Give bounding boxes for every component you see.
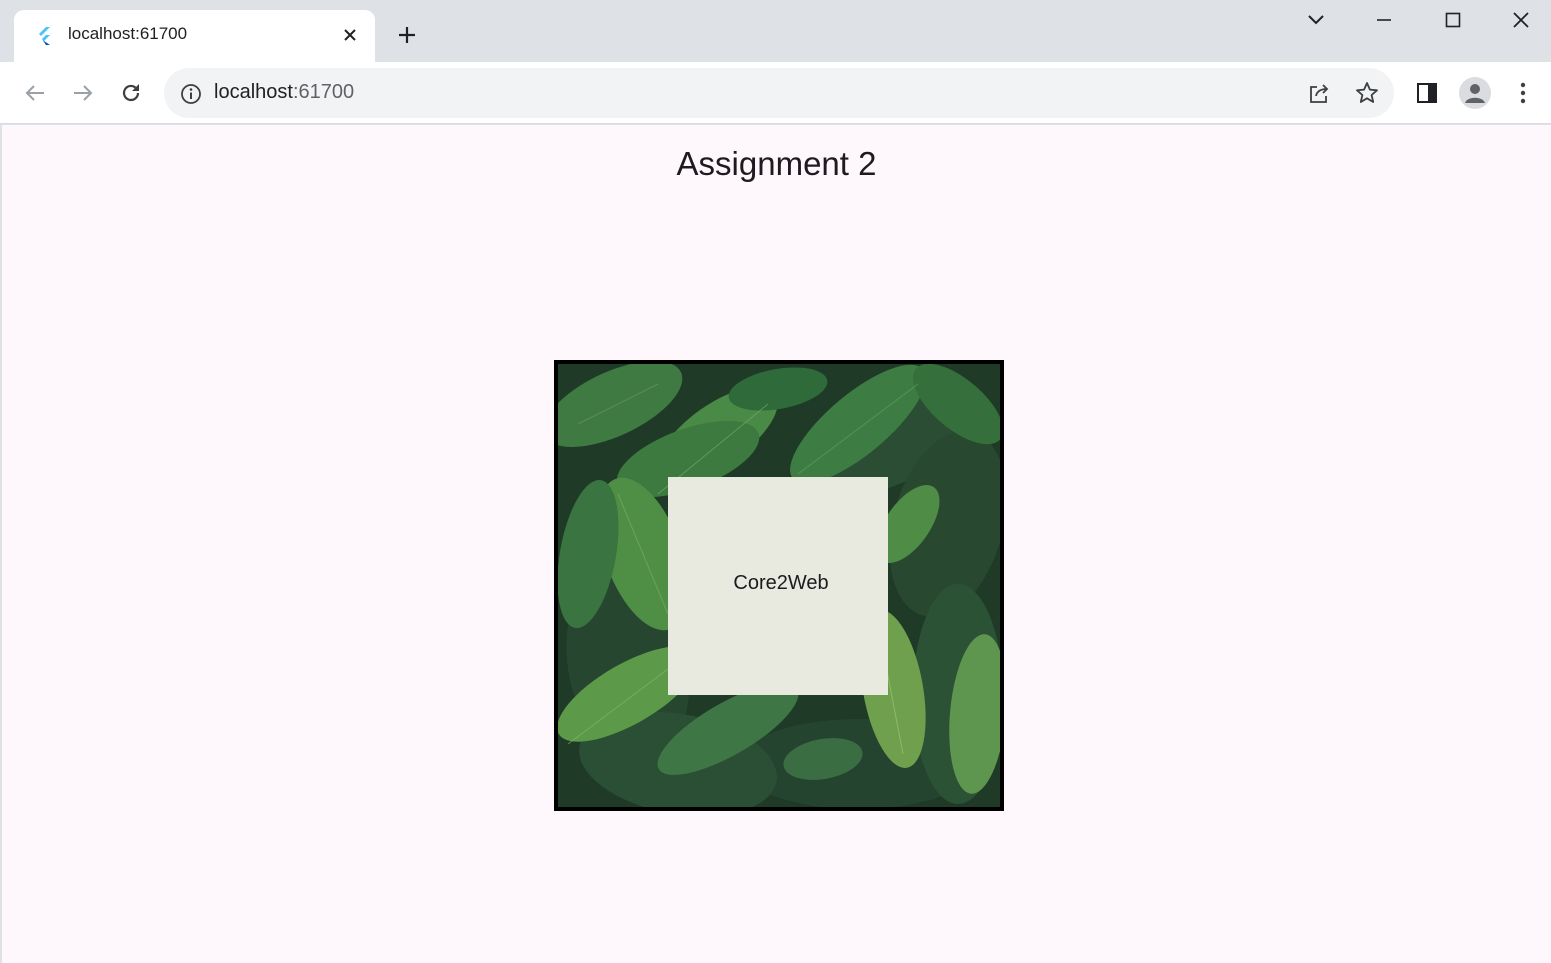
framed-image-container: Core2Web bbox=[554, 360, 1004, 811]
browser-tab[interactable]: localhost:61700 bbox=[14, 10, 375, 62]
page-content: Assignment 2 Core2Web bbox=[2, 125, 1551, 963]
tab-search-icon[interactable] bbox=[1296, 6, 1336, 34]
profile-avatar-icon[interactable] bbox=[1458, 76, 1492, 110]
reload-icon[interactable] bbox=[114, 76, 148, 110]
bookmark-star-icon[interactable] bbox=[1353, 79, 1381, 107]
address-bar[interactable]: localhost:61700 bbox=[164, 68, 1394, 118]
new-tab-icon[interactable] bbox=[394, 22, 420, 48]
url-text: localhost:61700 bbox=[214, 81, 354, 104]
tab-title: localhost:61700 bbox=[68, 24, 188, 43]
side-panel-icon[interactable] bbox=[1410, 76, 1444, 110]
back-arrow-icon[interactable] bbox=[18, 76, 52, 110]
card-text: Core2Web bbox=[733, 572, 829, 594]
tab-strip: localhost:61700 bbox=[0, 0, 1551, 62]
url-port: :61700 bbox=[292, 81, 355, 103]
browser-toolbar: localhost:61700 bbox=[0, 62, 1551, 124]
close-tab-icon[interactable] bbox=[340, 25, 360, 45]
more-menu-icon[interactable] bbox=[1506, 76, 1540, 110]
page-title: Assignment 2 bbox=[676, 145, 877, 182]
maximize-icon[interactable] bbox=[1433, 6, 1473, 34]
forward-arrow-icon[interactable] bbox=[66, 76, 100, 110]
share-icon[interactable] bbox=[1305, 79, 1333, 107]
minimize-icon[interactable] bbox=[1364, 6, 1404, 34]
close-window-icon[interactable] bbox=[1501, 6, 1541, 34]
url-host: localhost bbox=[214, 81, 293, 103]
paper-card: Core2Web bbox=[668, 477, 888, 695]
flutter-icon bbox=[36, 26, 54, 46]
info-icon[interactable] bbox=[180, 83, 202, 105]
